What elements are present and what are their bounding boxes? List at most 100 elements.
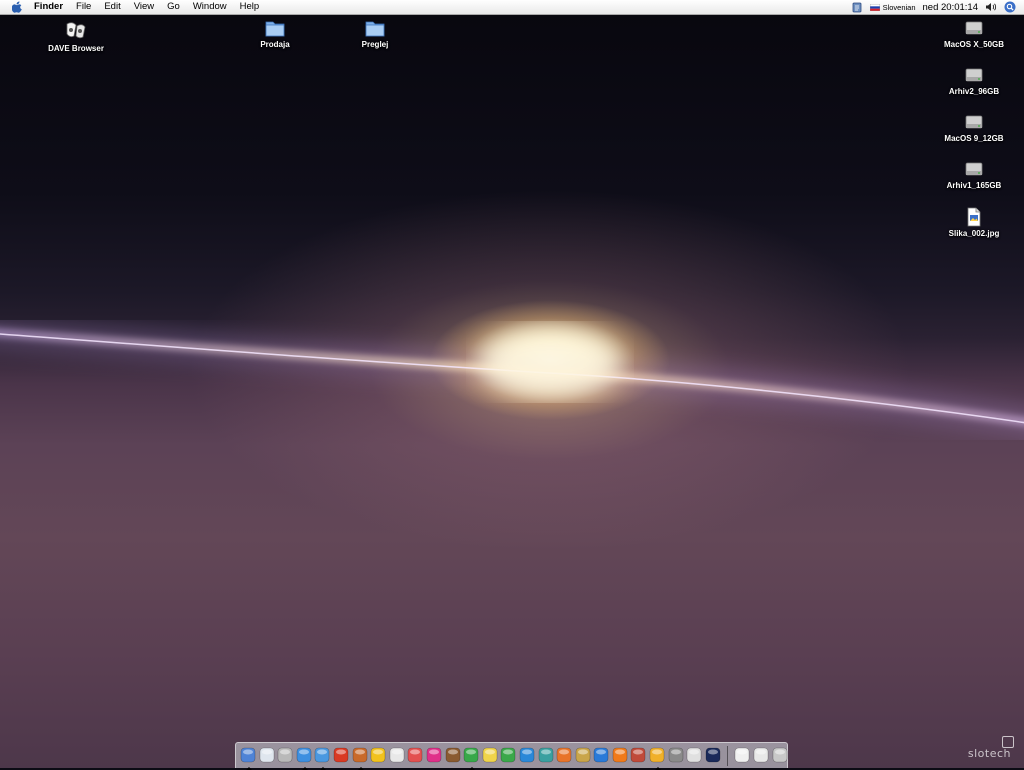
dock-cd-burner[interactable] <box>649 747 665 770</box>
document-stack-icon <box>753 747 769 762</box>
dock-safari-compass[interactable] <box>296 747 312 770</box>
dock-document-stack[interactable] <box>753 747 769 765</box>
dock-window[interactable] <box>734 747 750 765</box>
traffic-cone-icon <box>612 747 628 762</box>
paint-brush-icon <box>445 747 460 762</box>
dock-acrobat-reader[interactable] <box>407 747 423 765</box>
dock <box>235 742 788 770</box>
dock-finder[interactable] <box>240 747 256 770</box>
dock-photoshop[interactable] <box>556 747 572 765</box>
indesign-icon <box>519 747 535 762</box>
desktop-icon-label: Preglej <box>361 40 389 49</box>
window-icon <box>735 747 750 762</box>
desktop-icon-prodaja[interactable]: Prodaja <box>235 18 315 49</box>
apple-icon[interactable] <box>12 1 23 13</box>
desktop-icon-macos-9-12gb[interactable]: MacOS 9_12GB <box>934 112 1014 143</box>
volume-icon[interactable] <box>985 2 997 12</box>
dock-magnifier[interactable] <box>630 747 646 765</box>
dock-indesign[interactable] <box>519 747 535 765</box>
desktop-icon-slika-002[interactable]: Slika_002.jpg <box>934 207 1014 238</box>
running-indicator <box>469 766 476 770</box>
running-indicator <box>246 766 252 770</box>
dock-mail[interactable] <box>259 747 275 765</box>
cd-burner-icon <box>649 747 665 762</box>
acrobat-reader-icon <box>408 747 423 762</box>
menu-help[interactable]: Help <box>240 0 260 14</box>
photoshop-icon <box>556 747 572 762</box>
desktop-icon-label: MacOS X_50GB <box>943 40 1005 49</box>
dock-system-preferences[interactable] <box>668 747 684 765</box>
menu-window[interactable]: Window <box>193 0 227 14</box>
tomato-icon <box>333 747 349 762</box>
dock-flower[interactable] <box>426 747 442 765</box>
hard-drive-icon <box>965 115 983 129</box>
acrobat-icon <box>389 747 405 762</box>
running-indicator <box>655 766 662 770</box>
watermark-text: slotech <box>967 747 1011 760</box>
spotlight-icon[interactable] <box>1004 1 1016 13</box>
magnifier-icon <box>631 747 646 762</box>
dock-book[interactable] <box>575 747 591 765</box>
fox-icon <box>352 747 367 762</box>
dock-network-globe[interactable] <box>314 747 330 770</box>
dock-paint-brush[interactable] <box>445 747 461 765</box>
folder-icon <box>265 21 285 37</box>
menu-edit[interactable]: Edit <box>104 0 120 14</box>
desktop-wallpaper <box>0 0 1024 768</box>
running-indicator <box>301 766 308 770</box>
dock-checkmark[interactable] <box>482 747 498 765</box>
input-language-label: Slovenian <box>882 2 916 12</box>
flower-icon <box>426 747 442 762</box>
dock-trash[interactable] <box>772 747 788 765</box>
menu-file[interactable]: File <box>76 0 91 14</box>
desktop-icon-label: Arhiv2_96GB <box>948 87 1000 96</box>
text-document-icon <box>277 747 293 762</box>
safari-compass-icon <box>296 747 312 762</box>
desktop-icon-macos-x-50gb[interactable]: MacOS X_50GB <box>934 18 1014 49</box>
menu-bar: Finder File Edit View Go Window Help Slo… <box>0 0 1024 15</box>
butterfly-icon <box>538 747 553 762</box>
terminal-icon <box>705 747 721 762</box>
mail-icon <box>259 747 274 762</box>
dock-sphere[interactable] <box>593 747 609 765</box>
desktop-icon-arhiv1-165gb[interactable]: Arhiv1_165GB <box>934 159 1014 190</box>
dock-text-document[interactable] <box>277 747 293 765</box>
menu-finder[interactable]: Finder <box>34 0 63 14</box>
dock-fox[interactable] <box>352 747 368 770</box>
running-indicator <box>357 766 364 770</box>
dock-separator <box>727 745 729 766</box>
dock-pencil[interactable] <box>463 747 479 770</box>
dock-terminal[interactable] <box>705 747 721 765</box>
desktop-icon-label: Arhiv1_165GB <box>946 181 1002 190</box>
menu-go[interactable]: Go <box>167 0 180 14</box>
desktop-icon-label: MacOS 9_12GB <box>944 134 1004 143</box>
network-globe-icon <box>315 747 330 762</box>
dreamweaver-icon <box>501 747 516 762</box>
dave-browser-icon <box>66 22 86 39</box>
dock-traffic-cone[interactable] <box>612 747 628 765</box>
sphere-icon <box>593 747 609 762</box>
hard-drive-icon <box>965 21 983 35</box>
dock-acrobat[interactable] <box>389 747 405 765</box>
desktop-icon-label: Prodaja <box>260 40 290 49</box>
dock-butterfly[interactable] <box>538 747 554 765</box>
image-file-icon <box>967 207 981 227</box>
planet-surface <box>0 400 1024 768</box>
input-menu[interactable]: Slovenian <box>869 2 916 12</box>
dock-dreamweaver[interactable] <box>500 747 516 765</box>
dock-duck[interactable] <box>370 747 386 765</box>
dock-tomato[interactable] <box>333 747 349 765</box>
desktop-icon-arhiv2-96gb[interactable]: Arhiv2_96GB <box>934 65 1014 96</box>
desktop-icon-preglej[interactable]: Preglej <box>335 18 415 49</box>
menu-clock[interactable]: ned 20:01:14 <box>923 2 978 13</box>
dock-bluetooth[interactable] <box>686 747 702 765</box>
desktop-icon-dave-browser[interactable]: DAVE Browser <box>36 20 116 53</box>
script-menu-icon[interactable] <box>852 2 863 13</box>
folder-icon <box>365 21 385 37</box>
desktop-icon-label: Slika_002.jpg <box>948 229 1000 238</box>
duck-icon <box>370 747 386 762</box>
bluetooth-icon <box>686 747 702 762</box>
menu-view[interactable]: View <box>134 0 154 14</box>
hard-drive-icon <box>965 162 983 176</box>
book-icon <box>575 747 590 762</box>
